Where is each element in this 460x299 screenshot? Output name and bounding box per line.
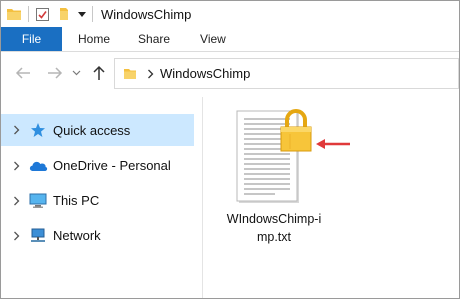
nav-item-label: Quick access (53, 122, 131, 138)
star-icon (28, 121, 48, 139)
quick-access-toolbar (1, 1, 99, 27)
address-bar[interactable]: WindowsChimp (114, 58, 459, 89)
nav-item-this-pc[interactable]: This PC (1, 183, 201, 218)
file-name-label: WIndowsChimp-i mp.txt (215, 210, 333, 246)
lock-icon (280, 109, 312, 152)
tab-view[interactable]: View (186, 27, 242, 51)
file-name-line: mp.txt (256, 230, 292, 244)
file-item[interactable]: WIndowsChimp-i mp.txt (215, 105, 350, 255)
tab-home[interactable]: Home (62, 27, 125, 51)
customize-toolbar-chevron-icon[interactable] (78, 11, 86, 17)
folder-icon (123, 67, 137, 81)
nav-item-quick-access[interactable]: Quick access (1, 114, 194, 146)
tab-share[interactable]: Share (125, 27, 186, 51)
new-folder-icon[interactable] (58, 6, 72, 22)
nav-item-onedrive[interactable]: OneDrive - Personal (1, 148, 201, 183)
nav-item-label: This PC (53, 193, 100, 208)
toolbar-separator (92, 6, 93, 22)
expand-chevron-icon[interactable] (9, 229, 23, 243)
pane-divider[interactable] (202, 97, 203, 298)
ribbon-tabs: File Home Share View (1, 27, 459, 52)
title-bar: WindowsChimp (1, 1, 459, 27)
back-button[interactable] (9, 59, 37, 87)
forward-button[interactable] (41, 59, 69, 87)
up-button[interactable] (85, 59, 113, 87)
tab-file[interactable]: File (1, 27, 62, 51)
network-icon (28, 227, 48, 245)
explorer-window: WindowsChimp File Home Share View Window… (0, 0, 460, 299)
nav-item-label: OneDrive - Personal (53, 158, 171, 173)
expand-chevron-icon[interactable] (9, 123, 23, 137)
breadcrumb-current-folder[interactable]: WindowsChimp (160, 66, 250, 81)
up-arrow-icon (93, 65, 105, 80)
navigation-pane: Quick access OneDrive - Personal This PC… (1, 109, 201, 253)
annotation-arrow-icon (316, 139, 350, 149)
window-title: WindowsChimp (101, 6, 192, 22)
computer-icon (28, 192, 48, 210)
toolbar-separator (28, 6, 29, 22)
expand-chevron-icon[interactable] (9, 159, 23, 173)
cloud-icon (28, 157, 48, 175)
expand-chevron-icon[interactable] (9, 194, 23, 208)
properties-icon[interactable] (35, 7, 50, 22)
file-name-line: WIndowsChimp-i (226, 212, 322, 226)
nav-item-label: Network (53, 228, 101, 243)
folder-app-icon (6, 7, 22, 21)
forward-arrow-icon (48, 67, 63, 79)
nav-item-network[interactable]: Network (1, 218, 201, 253)
breadcrumb-separator-icon[interactable] (147, 69, 154, 79)
recent-locations-button[interactable] (69, 59, 83, 87)
chevron-down-icon (72, 70, 80, 76)
back-arrow-icon (15, 67, 30, 79)
